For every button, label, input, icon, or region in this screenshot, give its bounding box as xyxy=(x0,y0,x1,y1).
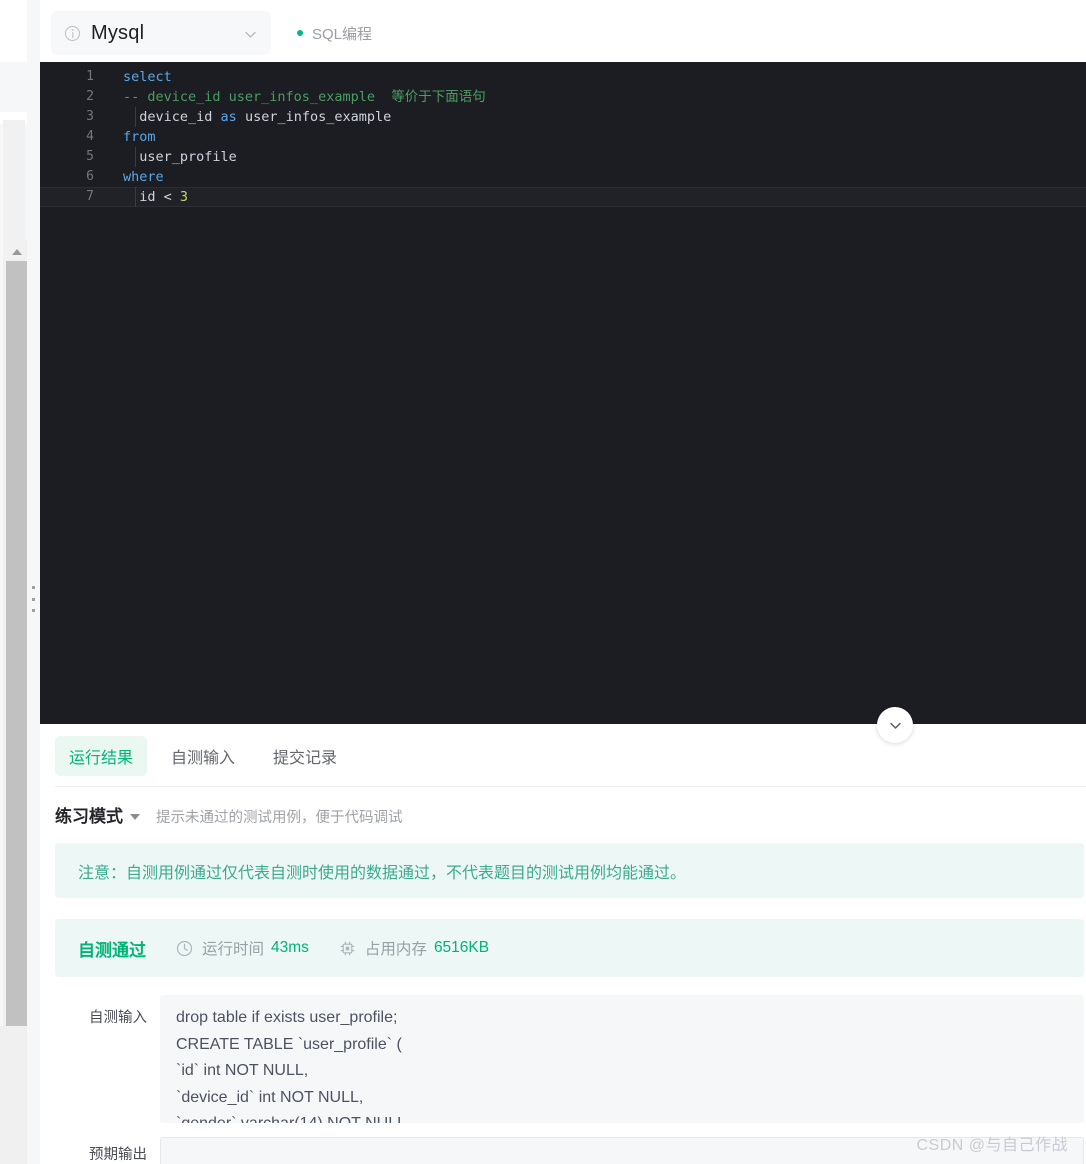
code-line[interactable]: 3 device_id as user_infos_example xyxy=(40,107,1086,127)
code-text: id < 3 xyxy=(123,187,188,207)
line-number: 3 xyxy=(86,109,94,124)
tab-自测输入[interactable]: 自测输入 xyxy=(157,736,249,776)
line-number: 2 xyxy=(86,89,94,104)
app-root: Mysql SQL编程 1 select 2 -- device_id user_in… xyxy=(0,0,1086,1164)
notice-text: 注意：自测用例通过仅代表自测时使用的数据通过，不代表题目的测试用例均能通过。 xyxy=(78,864,687,882)
line-number: 7 xyxy=(86,189,94,204)
notice-banner: 注意：自测用例通过仅代表自测时使用的数据通过，不代表题目的测试用例均能通过。 xyxy=(55,843,1084,898)
page-scrollbar-track[interactable] xyxy=(3,120,28,1106)
code-line[interactable]: 2 -- device_id user_infos_example 等价于下面语句 xyxy=(40,87,1086,107)
runtime-label: 运行时间 xyxy=(202,941,265,958)
result-panel: 运行结果 自测输入 提交记录 练习模式 提示未通过的测试用例，便于代码调试 注意：自… xyxy=(40,724,1086,1164)
line-number: 1 xyxy=(86,69,94,84)
line-number: 5 xyxy=(86,149,94,164)
tab-运行结果[interactable]: 运行结果 xyxy=(55,736,148,776)
dot xyxy=(31,586,35,589)
chevron-down-icon xyxy=(889,722,901,729)
memory-metric: 占用内存 6516KB xyxy=(339,937,489,959)
self-test-input-row: 自测输入 drop table if exists user_profile; … xyxy=(55,995,1084,1123)
chip-icon xyxy=(339,940,356,957)
code-lines[interactable]: 1 select 2 -- device_id user_infos_example … xyxy=(40,67,1086,207)
result-status-bar: 自测通过 运行时间 43ms 占用内存 6516KB xyxy=(55,919,1084,977)
runtime-value: 43ms xyxy=(271,939,309,956)
database-select[interactable]: Mysql xyxy=(51,11,271,55)
line-number: 4 xyxy=(86,129,94,144)
info-circle-icon xyxy=(65,25,80,41)
tabs-divider xyxy=(55,786,1086,787)
expected-output-label: 预期输出 xyxy=(89,1147,147,1161)
collapse-editor-button[interactable] xyxy=(877,707,913,743)
chevron-down-icon xyxy=(244,28,257,41)
code-line[interactable]: 6 where xyxy=(40,167,1086,187)
rail-filler-bottom xyxy=(0,1026,27,1164)
clock-icon xyxy=(176,940,193,957)
scrollbar-up-arrow-icon[interactable] xyxy=(6,240,28,260)
code-line[interactable]: 7 id < 3 xyxy=(40,187,1086,207)
self-test-input-value[interactable]: drop table if exists user_profile; CREAT… xyxy=(160,995,1084,1123)
toolbar-inner: Mysql SQL编程 xyxy=(51,11,372,55)
self-test-input-label: 自测输入 xyxy=(89,1010,147,1026)
code-text: user_profile xyxy=(123,147,237,167)
code-text: from xyxy=(123,127,156,147)
code-token: select xyxy=(123,69,172,85)
code-text: device_id as user_infos_example xyxy=(123,107,391,127)
panel-resize-handle[interactable] xyxy=(28,586,38,612)
memory-label: 占用内存 xyxy=(364,941,427,958)
code-token: user_infos_example xyxy=(236,109,392,125)
practice-mode-row: 练习模式 提示未通过的测试用例，便于代码调试 xyxy=(55,802,403,827)
dot xyxy=(31,597,35,601)
code-line[interactable]: 1 select xyxy=(40,67,1086,87)
runtime-metric: 运行时间 43ms xyxy=(176,937,309,959)
practice-mode-description: 提示未通过的测试用例，便于代码调试 xyxy=(156,810,403,826)
result-tabs: 运行结果 自测输入 提交记录 xyxy=(55,736,361,776)
status-dot-icon xyxy=(297,30,303,36)
memory-value: 6516KB xyxy=(433,939,490,956)
code-token: as xyxy=(220,109,237,125)
left-rail xyxy=(0,0,40,1164)
page-scrollbar-thumb[interactable] xyxy=(6,261,28,1106)
code-line[interactable]: 4 from xyxy=(40,127,1086,147)
code-token: user_profile xyxy=(123,149,237,165)
code-token: where xyxy=(123,169,164,185)
line-number: 6 xyxy=(86,169,94,184)
tab-提交记录[interactable]: 提交记录 xyxy=(259,736,351,776)
code-token: device_id xyxy=(123,109,221,125)
practice-mode-title[interactable]: 练习模式 xyxy=(55,802,123,827)
editor-toolbar: Mysql SQL编程 xyxy=(40,0,1086,62)
code-editor[interactable]: 1 select 2 -- device_id user_infos_example … xyxy=(40,62,1086,724)
watermark: CSDN @与自己作战 xyxy=(916,1137,1068,1154)
code-token: -- device_id user_infos_example 等价于下面语句 xyxy=(123,89,486,105)
status-badge: 自测通过 xyxy=(78,940,146,960)
database-select-value: Mysql xyxy=(91,21,145,44)
dot xyxy=(31,609,35,612)
code-text: where xyxy=(123,167,164,187)
language-tag: SQL编程 xyxy=(297,23,372,44)
code-text: select xyxy=(123,67,172,87)
rail-filler-top xyxy=(0,0,27,62)
code-token: id < xyxy=(123,189,180,205)
code-text: -- device_id user_infos_example 等价于下面语句 xyxy=(123,87,486,107)
caret-down-icon[interactable] xyxy=(130,814,140,820)
code-token: 3 xyxy=(179,189,189,205)
code-line[interactable]: 5 user_profile xyxy=(40,147,1086,167)
code-token: from xyxy=(123,129,156,145)
rail-strip xyxy=(27,0,40,1164)
language-tag-label: SQL编程 xyxy=(312,25,373,43)
